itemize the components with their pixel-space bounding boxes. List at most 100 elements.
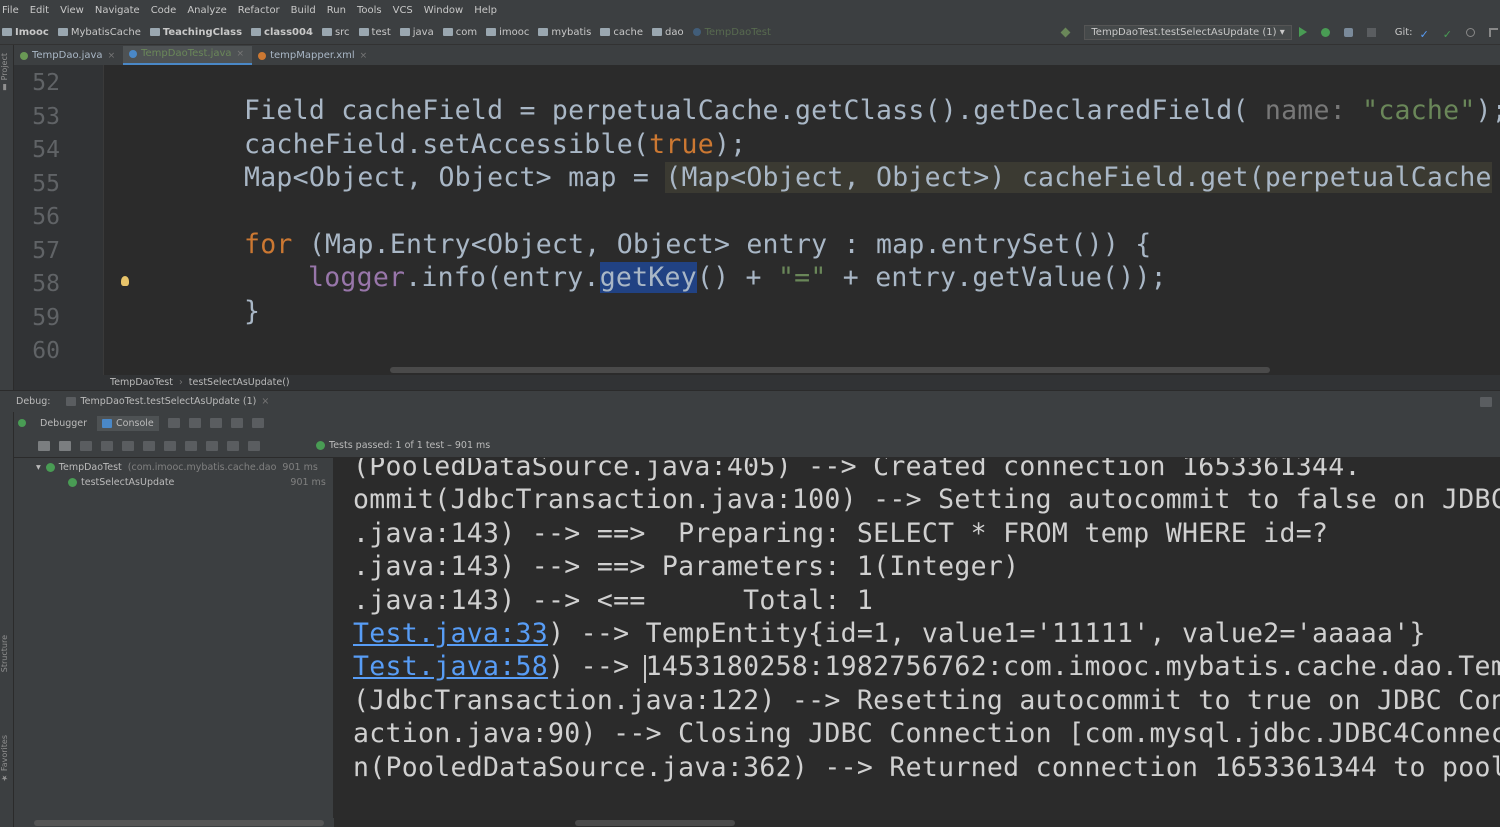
nav-crumb[interactable]: java [399, 27, 434, 38]
code-line-57[interactable]: for (Map.Entry<Object, Object> entry : m… [244, 229, 1151, 260]
expand-all-icon[interactable] [122, 440, 134, 451]
editor-tab[interactable]: TempDao.java × [14, 48, 123, 65]
console-scroll-thumb[interactable] [575, 820, 735, 826]
tree-scroll-thumb[interactable] [34, 820, 324, 826]
code-line-59[interactable]: } [244, 296, 260, 327]
close-icon[interactable]: × [360, 51, 368, 61]
run-icon[interactable] [1298, 27, 1307, 37]
git-update-icon[interactable]: ✓ [1420, 28, 1429, 41]
menu-item-build[interactable]: Build [291, 5, 316, 16]
nav-crumb[interactable]: imooc [486, 27, 529, 38]
nav-crumb[interactable]: cache [600, 27, 643, 38]
menu-item-tools[interactable]: Tools [357, 5, 382, 16]
nav-crumb[interactable]: src [321, 27, 350, 38]
code-line-55[interactable]: Map<Object, Object> map = (Map<Object, O… [244, 162, 1492, 193]
console-line[interactable]: ommit(JdbcTransaction.java:100) --> Sett… [353, 484, 1500, 515]
passed-icon [68, 478, 77, 487]
tab-console[interactable]: Console [97, 415, 159, 431]
intention-bulb-icon[interactable] [121, 276, 129, 286]
close-icon[interactable]: × [261, 396, 269, 407]
nav-current-file[interactable]: TempDaoTest [692, 27, 771, 38]
menu-item-refactor[interactable]: Refactor [238, 5, 280, 16]
menu-item-edit[interactable]: Edit [30, 5, 49, 16]
structure-tool-window-icon[interactable]: Structure [0, 635, 9, 672]
menu-item-help[interactable]: Help [474, 5, 497, 16]
step-out-icon[interactable] [209, 418, 222, 428]
evaluate-icon[interactable] [251, 418, 264, 428]
history-icon[interactable] [227, 440, 239, 451]
nav-crumb[interactable]: Imooc [2, 27, 49, 38]
editor-tab[interactable]: TempDaoTest.java × [123, 46, 253, 65]
debug-session-tab[interactable]: TempDaoTest.testSelectAsUpdate (1) × [66, 396, 269, 407]
settings-gear-icon[interactable] [248, 440, 260, 451]
breadcrumb-method[interactable]: testSelectAsUpdate() [189, 377, 290, 388]
menu-item-navigate[interactable]: Navigate [95, 5, 140, 16]
tree-row-child[interactable]: testSelectAsUpdate 901 ms [68, 477, 326, 488]
close-icon[interactable]: × [108, 51, 116, 61]
editor-tab[interactable]: tempMapper.xml × [252, 48, 375, 65]
console-line[interactable]: (PooledDataSource.java:405) --> Created … [353, 458, 1361, 482]
expand-arrow-icon[interactable]: ▾ [36, 462, 41, 473]
show-ignored-icon[interactable] [59, 440, 71, 451]
settings-icon[interactable] [1480, 396, 1492, 407]
close-icon[interactable]: × [237, 49, 245, 59]
debug-icon[interactable] [1320, 27, 1330, 37]
project-tool-window-icon[interactable]: ▮ Project [0, 53, 9, 92]
run-to-cursor-icon[interactable] [230, 418, 243, 428]
code-line-58[interactable]: logger.info(entry.getKey() + "=" + entry… [308, 262, 1167, 293]
menu-item-code[interactable]: Code [151, 5, 177, 16]
menu-item-file[interactable]: File [2, 5, 19, 16]
editor-scroll-thumb[interactable] [390, 367, 1270, 373]
resume-icon[interactable] [18, 419, 26, 427]
nav-crumb[interactable]: MybatisCache [57, 27, 141, 38]
sort-duration-icon[interactable] [101, 440, 113, 451]
console-line[interactable]: Test.java:58) --> 1453180258:1982756762:… [353, 651, 1500, 682]
sort-alpha-icon[interactable] [80, 440, 92, 451]
nav-crumb[interactable]: TeachingClass [149, 27, 242, 38]
code-line-53[interactable]: Field cacheField = perpetualCache.getCla… [244, 95, 1500, 126]
nav-crumb[interactable]: mybatis [538, 27, 591, 38]
console-line[interactable]: Test.java:33) --> TempEntity{id=1, value… [353, 618, 1426, 649]
breadcrumb-class[interactable]: TempDaoTest [110, 377, 173, 388]
coverage-icon[interactable] [1343, 27, 1353, 37]
folder-icon [486, 28, 497, 36]
console-line[interactable]: .java:143) --> <== Total: 1 [353, 585, 873, 616]
menu-item-view[interactable]: View [60, 5, 84, 16]
export-icon[interactable] [206, 440, 218, 451]
console-line[interactable]: n(PooledDataSource.java:362) --> Returne… [353, 752, 1500, 783]
next-failed-icon[interactable] [185, 440, 197, 451]
menu-item-vcs[interactable]: VCS [393, 5, 413, 16]
menu-item-window[interactable]: Window [424, 5, 463, 16]
tab-debugger[interactable]: Debugger [40, 418, 87, 429]
build-hammer-icon[interactable] [1060, 27, 1071, 37]
console-source-link[interactable]: Test.java:33 [353, 618, 548, 649]
menu-item-run[interactable]: Run [327, 5, 346, 16]
console-line[interactable]: .java:143) --> ==> Preparing: SELECT * F… [353, 518, 1328, 549]
console-line[interactable]: .java:143) --> ==> Parameters: 1(Integer… [353, 551, 1019, 582]
collapse-all-icon[interactable] [143, 440, 155, 451]
step-into-icon[interactable] [188, 418, 201, 428]
nav-crumb[interactable]: dao [652, 27, 684, 38]
git-commit-icon[interactable]: ✓ [1443, 28, 1452, 41]
console-output[interactable]: (PooledDataSource.java:405) --> Created … [337, 458, 1500, 827]
menu-item-analyze[interactable]: Analyze [187, 5, 226, 16]
git-history-icon[interactable] [1466, 27, 1475, 37]
git-revert-icon[interactable] [1489, 27, 1498, 37]
nav-crumb[interactable]: com [442, 27, 477, 38]
stop-icon[interactable] [1366, 27, 1376, 37]
nav-crumb[interactable]: class004 [251, 27, 313, 38]
nav-crumb[interactable]: test [358, 27, 391, 38]
run-configuration-select[interactable]: TempDaoTest.testSelectAsUpdate (1) ▾ [1084, 24, 1292, 40]
line-number: 58 [32, 271, 60, 297]
console-line[interactable]: (JdbcTransaction.java:122) --> Resetting… [353, 685, 1500, 716]
favorites-tool-window-icon[interactable]: ★ Favorites [0, 735, 9, 783]
code-line-54[interactable]: cacheField.setAccessible(true); [244, 129, 746, 160]
console-line[interactable]: action.java:90) --> Closing JDBC Connect… [353, 718, 1500, 749]
code-editor[interactable]: Field cacheField = perpetualCache.getCla… [104, 65, 1500, 375]
prev-failed-icon[interactable] [164, 440, 176, 451]
show-passed-icon[interactable] [38, 440, 50, 451]
debug-label: Debug: [16, 396, 51, 407]
console-source-link[interactable]: Test.java:58 [353, 651, 548, 682]
tree-row-root[interactable]: ▾ TempDaoTest (com.imooc.mybatis.cache.d… [36, 462, 318, 473]
step-over-icon[interactable] [167, 418, 180, 428]
